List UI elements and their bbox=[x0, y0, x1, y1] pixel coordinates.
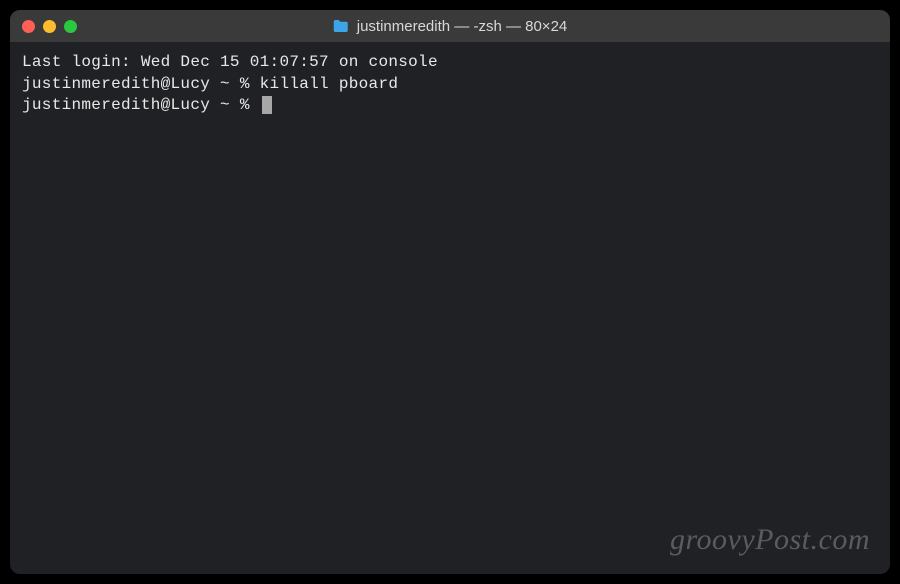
terminal-window: justinmeredith — -zsh — 80×24 Last login… bbox=[10, 10, 890, 574]
maximize-button[interactable] bbox=[64, 20, 77, 33]
traffic-lights bbox=[22, 20, 77, 33]
watermark: groovyPost.com bbox=[670, 520, 870, 561]
terminal-body[interactable]: Last login: Wed Dec 15 01:07:57 on conso… bbox=[10, 42, 890, 574]
minimize-button[interactable] bbox=[43, 20, 56, 33]
window-title-group: justinmeredith — -zsh — 80×24 bbox=[333, 18, 568, 35]
terminal-prompt: justinmeredith@Lucy ~ % bbox=[22, 96, 260, 114]
titlebar[interactable]: justinmeredith — -zsh — 80×24 bbox=[10, 10, 890, 42]
window-title: justinmeredith — -zsh — 80×24 bbox=[357, 18, 568, 35]
terminal-prompt-line: justinmeredith@Lucy ~ % bbox=[22, 95, 878, 117]
folder-icon bbox=[333, 19, 349, 33]
cursor-icon bbox=[262, 96, 272, 114]
terminal-line: justinmeredith@Lucy ~ % killall pboard bbox=[22, 74, 878, 96]
terminal-line: Last login: Wed Dec 15 01:07:57 on conso… bbox=[22, 52, 878, 74]
close-button[interactable] bbox=[22, 20, 35, 33]
